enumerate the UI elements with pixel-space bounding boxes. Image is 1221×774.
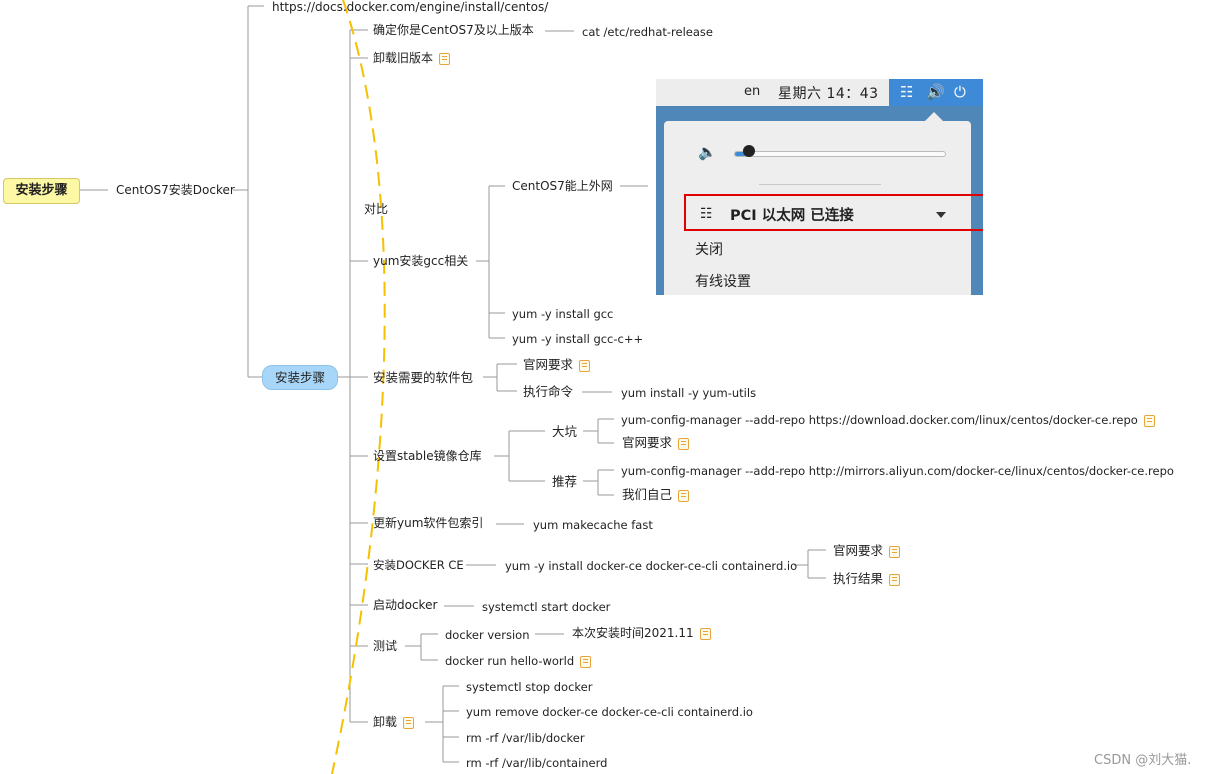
test-note-label: 本次安装时间2021.11: [572, 626, 694, 640]
pit-official-node[interactable]: 官网要求: [622, 435, 690, 450]
install-ce-official-label: 官网要求: [833, 543, 884, 558]
pit-cmd[interactable]: yum-config-manager --add-repo https://do…: [621, 413, 1155, 427]
watermark: CSDN @刘大猫.: [1094, 753, 1192, 768]
note-icon[interactable]: [678, 437, 690, 450]
pit-official-label: 官网要求: [622, 435, 673, 450]
uninstall-cmd-3[interactable]: rm -rf /var/lib/docker: [466, 731, 585, 745]
embedded-screenshot: en 星期六 14：43 ☷ 🔊 ⏻ 🔈 ☷ PCI 以太网 已连接 关闭 有线…: [656, 79, 983, 295]
system-menu-button[interactable]: ☷ 🔊 ⏻: [889, 79, 983, 106]
install-ce-cmd[interactable]: yum -y install docker-ce docker-ce-cli c…: [505, 559, 797, 573]
uninstall-cmd-4[interactable]: rm -rf /var/lib/containerd: [466, 756, 607, 770]
gcc-cmd-1[interactable]: yum -y install gcc: [512, 307, 613, 321]
uninstall-label: 卸载: [373, 715, 398, 729]
gcc-node[interactable]: yum安装gcc相关: [373, 254, 468, 268]
language-indicator[interactable]: en: [744, 84, 760, 99]
network-icon: ☷: [900, 83, 914, 101]
uninstall-cmd-1[interactable]: systemctl stop docker: [466, 680, 592, 694]
power-icon: ⏻: [954, 83, 966, 101]
volume-icon: 🔊: [926, 83, 945, 101]
rec-self-node[interactable]: 我们自己: [622, 487, 690, 502]
note-icon[interactable]: [889, 573, 901, 586]
compare-label: 对比: [364, 202, 389, 216]
rec-node[interactable]: 推荐: [552, 474, 577, 489]
note-icon[interactable]: [889, 545, 901, 558]
root-node[interactable]: 安装步骤: [3, 178, 80, 204]
test-cmd-2[interactable]: docker run hello-world: [445, 654, 592, 668]
steps-pill-node[interactable]: 安装步骤: [262, 365, 338, 390]
docker-url-link[interactable]: https://docs.docker.com/engine/install/c…: [272, 0, 548, 14]
gcc-cmd-2[interactable]: yum -y install gcc-c++: [512, 332, 643, 346]
check-version-node[interactable]: 确定你是CentOS7及以上版本: [373, 23, 534, 37]
pkgs-official-node[interactable]: 官网要求: [523, 357, 591, 372]
note-icon[interactable]: [1143, 414, 1155, 427]
note-icon[interactable]: [439, 52, 451, 65]
pkgs-exec-node[interactable]: 执行命令: [523, 384, 573, 399]
menu-item-wired-settings[interactable]: 有线设置: [695, 271, 751, 291]
note-icon[interactable]: [699, 627, 711, 640]
pkgs-cmd[interactable]: yum install -y yum-utils: [621, 386, 756, 400]
pkgs-official-label: 官网要求: [523, 357, 574, 372]
install-ce-result-node[interactable]: 执行结果: [833, 571, 901, 586]
network-status-row[interactable]: ☷ PCI 以太网 已连接: [684, 194, 983, 231]
connector-lines: [79, 0, 826, 774]
uninstall-old-label: 卸载旧版本: [373, 51, 434, 65]
start-node[interactable]: 启动docker: [373, 598, 437, 612]
pit-cmd-label: yum-config-manager --add-repo https://do…: [621, 413, 1138, 427]
makecache-cmd[interactable]: yum makecache fast: [533, 518, 653, 532]
speaker-icon: 🔈: [698, 143, 717, 161]
test-note-node[interactable]: 本次安装时间2021.11: [572, 626, 711, 640]
start-cmd[interactable]: systemctl start docker: [482, 600, 610, 614]
install-ce-result-label: 执行结果: [833, 571, 884, 586]
chevron-down-icon: [936, 212, 946, 218]
install-ce-official-node[interactable]: 官网要求: [833, 543, 901, 558]
menu-item-close[interactable]: 关闭: [695, 239, 723, 259]
note-icon[interactable]: [580, 655, 592, 668]
makecache-node[interactable]: 更新yum软件包索引: [373, 516, 483, 530]
wired-network-icon: ☷: [700, 206, 713, 222]
note-icon[interactable]: [579, 359, 591, 372]
pit-node[interactable]: 大坑: [552, 424, 577, 439]
rec-cmd[interactable]: yum-config-manager --add-repo http://mir…: [621, 464, 1174, 478]
uninstall-cmd-2[interactable]: yum remove docker-ce docker-ce-cli conta…: [466, 705, 753, 719]
rec-self-label: 我们自己: [622, 487, 673, 502]
test-cmd-1[interactable]: docker version: [445, 628, 530, 642]
note-icon[interactable]: [403, 716, 415, 729]
clock[interactable]: 星期六 14：43: [778, 83, 879, 103]
network-status-label: PCI 以太网 已连接: [730, 208, 854, 224]
install-ce-node[interactable]: 安装DOCKER CE: [373, 558, 464, 572]
uninstall-node[interactable]: 卸载: [373, 715, 415, 729]
uninstall-old-node[interactable]: 卸载旧版本: [373, 51, 451, 65]
pkgs-node[interactable]: 安装需要的软件包: [373, 370, 473, 385]
system-top-bar: en 星期六 14：43 ☷ 🔊 ⏻: [656, 79, 983, 106]
stable-node[interactable]: 设置stable镜像仓库: [373, 449, 482, 463]
note-icon[interactable]: [678, 489, 690, 502]
dashed-divider: [331, 0, 386, 774]
test-node[interactable]: 测试: [373, 639, 397, 653]
volume-slider-knob[interactable]: [742, 145, 755, 157]
net-ok-node[interactable]: CentOS7能上外网: [512, 179, 613, 193]
test-cmd-2-label: docker run hello-world: [445, 654, 575, 668]
check-version-cmd[interactable]: cat /etc/redhat-release: [582, 25, 713, 39]
divider: [759, 184, 881, 185]
centos-node[interactable]: CentOS7安装Docker: [116, 183, 235, 197]
volume-slider[interactable]: [734, 151, 946, 157]
